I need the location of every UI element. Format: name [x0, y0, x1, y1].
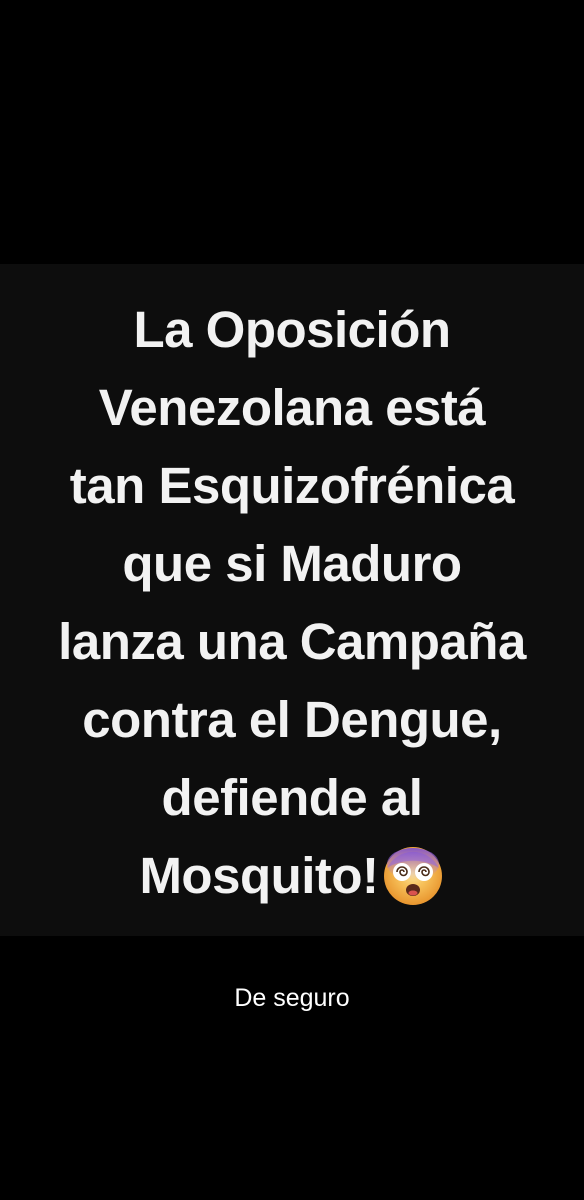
meme-line-1: La Oposición [133, 301, 451, 358]
post-caption: De seguro [234, 984, 350, 1012]
screen: La Oposición Venezolana está tan Esquizo… [0, 0, 584, 1200]
meme-line-3: tan Esquizofrénica [69, 457, 515, 514]
meme-line-7: defiende al [161, 769, 423, 826]
meme-line-8-wrapper: Mosquito! [0, 837, 584, 915]
meme-line-6: contra el Dengue, [82, 691, 502, 748]
meme-image[interactable]: La Oposición Venezolana está tan Esquizo… [0, 264, 584, 936]
meme-text: La Oposición Venezolana está tan Esquizo… [0, 291, 584, 915]
meme-line-4: que si Maduro [122, 535, 462, 592]
meme-line-2: Venezolana está [98, 379, 486, 436]
meme-line-8: Mosquito! [139, 847, 379, 904]
meme-line-5: lanza una Campaña [58, 613, 526, 670]
dizzy-face-icon [381, 844, 445, 908]
meme-last-line: Mosquito! [139, 837, 444, 915]
